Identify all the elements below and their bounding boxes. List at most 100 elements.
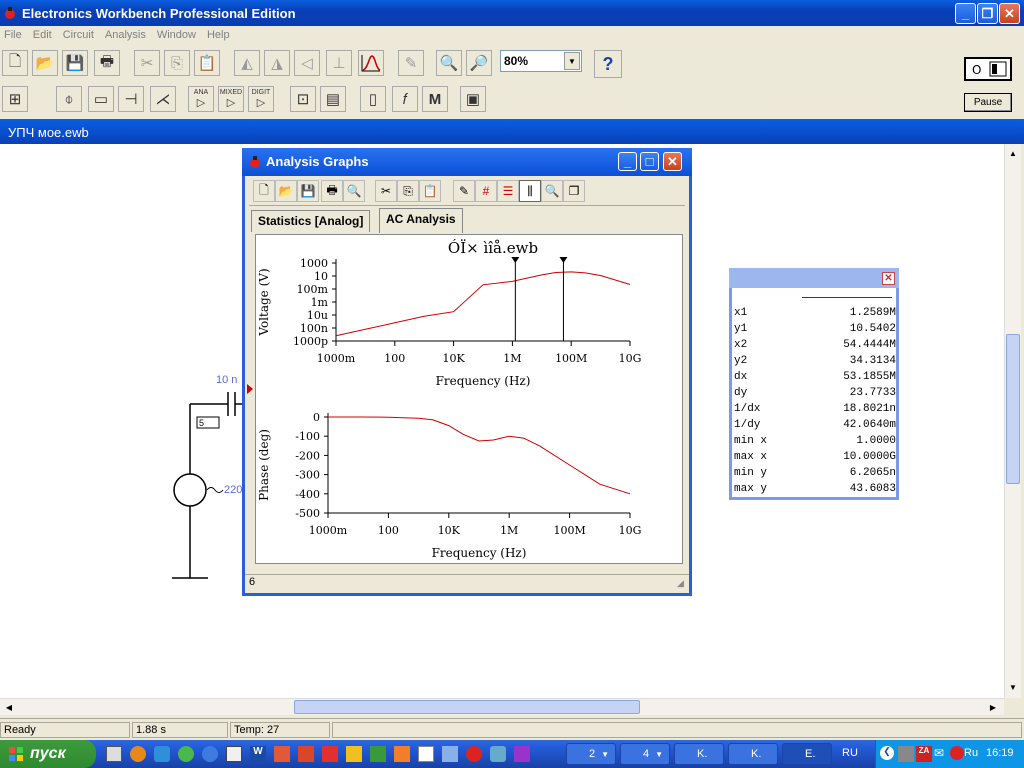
zoom-select[interactable]: 80% ▼ — [500, 50, 582, 72]
taskbar-word-window[interactable]: K. — [674, 743, 724, 765]
instruments-bin-button[interactable]: ▣ — [460, 86, 486, 112]
misc-bin-button[interactable]: M — [422, 86, 448, 112]
ag-print-button[interactable]: 🖶 — [321, 180, 343, 202]
tray-ewb-icon[interactable] — [950, 746, 964, 760]
save-button[interactable]: 💾 — [62, 50, 88, 76]
ag-restore-button[interactable]: ❐ — [563, 180, 585, 202]
ag-new-button[interactable]: 🗋 — [253, 180, 275, 202]
copy-button[interactable]: ⎘ — [164, 50, 190, 76]
transistors-bin-button[interactable]: ⋌ — [150, 86, 176, 112]
quicklaunch-ie-icon[interactable] — [154, 746, 170, 762]
quicklaunch-app4-icon[interactable] — [370, 746, 386, 762]
tab-statistics-analog[interactable]: Statistics [Analog] — [251, 210, 371, 232]
tray-mail-icon[interactable]: ✉ — [934, 746, 950, 762]
taskbar-ewb-window[interactable]: E. — [782, 743, 832, 765]
ag-save-button[interactable]: 💾 — [297, 180, 319, 202]
tray-app-icon[interactable] — [898, 746, 914, 762]
taskbar-firefox-window[interactable]: K. — [728, 743, 778, 765]
vertical-scrollbar[interactable]: ▲ ▼ — [1004, 144, 1021, 698]
cursor-window-close-button[interactable]: ✕ — [882, 272, 895, 285]
quicklaunch-app6-icon[interactable] — [418, 746, 434, 762]
menu-help[interactable]: Help — [207, 29, 230, 41]
resize-grip-icon[interactable]: ◢ — [677, 578, 684, 589]
close-button[interactable]: ✕ — [999, 3, 1020, 24]
zoom-out-button[interactable]: 🔍 — [436, 50, 462, 76]
quicklaunch-app8-icon[interactable] — [490, 746, 506, 762]
ag-grid-button[interactable]: # — [475, 180, 497, 202]
controls-bin-button[interactable]: 𝑓 — [392, 86, 418, 112]
menu-circuit[interactable]: Circuit — [63, 29, 94, 41]
quicklaunch-firefox-icon[interactable] — [130, 746, 146, 762]
scroll-left-icon[interactable]: ◀ — [2, 700, 16, 714]
ag-open-button[interactable]: 📂 — [275, 180, 297, 202]
tab-ac-analysis[interactable]: AC Analysis — [379, 208, 463, 233]
flip-horizontal-button[interactable]: ◁ — [294, 50, 320, 76]
create-subcircuit-button[interactable]: ✎ — [398, 50, 424, 76]
print-button[interactable]: 🖶 — [94, 50, 120, 76]
quicklaunch-app2-icon[interactable] — [298, 746, 314, 762]
tray-collapse-icon[interactable]: ❮ — [880, 746, 894, 760]
analysis-minimize-button[interactable]: _ — [618, 152, 637, 171]
menu-analysis[interactable]: Analysis — [105, 29, 146, 41]
menu-file[interactable]: File — [4, 29, 22, 41]
quicklaunch-ewb-icon[interactable] — [466, 746, 482, 762]
horizontal-scroll-thumb[interactable] — [294, 700, 640, 714]
component-properties-button[interactable]: ⊥ — [326, 50, 352, 76]
rotate-button[interactable]: ◭ — [234, 50, 260, 76]
quicklaunch-network-icon[interactable] — [202, 746, 218, 762]
open-button[interactable]: 📂 — [32, 50, 58, 76]
ag-zoom-button[interactable]: 🔍 — [541, 180, 563, 202]
restore-button[interactable]: ❐ — [977, 3, 998, 24]
quicklaunch-app-icon[interactable] — [274, 746, 290, 762]
pause-button[interactable]: Pause — [964, 93, 1012, 112]
start-button[interactable]: пуск — [0, 740, 96, 768]
paste-button[interactable]: 📋 — [194, 50, 220, 76]
ag-legend-button[interactable]: ☰ — [497, 180, 519, 202]
new-button[interactable]: 🗋 — [2, 50, 28, 76]
quicklaunch-window-icon[interactable] — [226, 746, 242, 762]
diodes-bin-button[interactable]: ⊣ — [118, 86, 144, 112]
minimize-button[interactable]: _ — [955, 3, 976, 24]
basic-bin-button[interactable]: ▭ — [88, 86, 114, 112]
quicklaunch-desktop-icon[interactable] — [106, 746, 122, 762]
sources-bin-button[interactable]: ⌽ — [56, 86, 82, 112]
analysis-close-button[interactable]: ✕ — [663, 152, 682, 171]
quicklaunch-browser-icon[interactable] — [178, 746, 194, 762]
quicklaunch-pdf-icon[interactable] — [322, 746, 338, 762]
chevron-down-icon[interactable]: ▼ — [564, 52, 580, 70]
ag-paste-button[interactable]: 📋 — [419, 180, 441, 202]
indicators-bin-button[interactable]: ▯ — [360, 86, 386, 112]
graph-area[interactable]: 1000m 100 10K 1M 100M 10G 1000 10 100m 1m 10u 100n 1… — [255, 234, 683, 564]
mixed-ics-bin-button[interactable]: MIXED ▷ — [218, 86, 244, 112]
taskbar-group-4[interactable]: 4 ▼ — [620, 743, 670, 765]
scroll-up-icon[interactable]: ▲ — [1006, 146, 1020, 160]
ag-properties-button[interactable]: ✎ — [453, 180, 475, 202]
flip-vertical-button[interactable]: ◮ — [264, 50, 290, 76]
tray-language[interactable]: Ru — [964, 747, 978, 759]
power-switch[interactable]: O — [964, 57, 1012, 81]
ag-cursors-button[interactable]: ⫼ — [519, 180, 541, 202]
cut-button[interactable]: ✂ — [134, 50, 160, 76]
quicklaunch-app3-icon[interactable] — [346, 746, 362, 762]
quicklaunch-app9-icon[interactable] — [514, 746, 530, 762]
menu-window[interactable]: Window — [157, 29, 196, 41]
horizontal-scrollbar[interactable]: ◀ ▶ — [0, 698, 1004, 715]
ag-copy-button[interactable]: ⎘ — [397, 180, 419, 202]
tray-zonealarm-icon[interactable]: ZA — [916, 746, 932, 762]
analog-ics-bin-button[interactable]: ANA ▷ — [188, 86, 214, 112]
logic-gates-bin-button[interactable]: ⊡ — [290, 86, 316, 112]
ag-cut-button[interactable]: ✂ — [375, 180, 397, 202]
language-indicator[interactable]: RU — [842, 747, 858, 759]
vertical-scroll-thumb[interactable] — [1006, 334, 1020, 484]
digital-ics-bin-button[interactable]: DIGIT ▷ — [248, 86, 274, 112]
menu-edit[interactable]: Edit — [33, 29, 52, 41]
parts-bin-button[interactable]: ⊞ — [2, 86, 28, 112]
quicklaunch-word-icon[interactable]: W — [250, 746, 266, 762]
digital-bin-button[interactable]: ▤ — [320, 86, 346, 112]
graph-button[interactable] — [358, 50, 384, 76]
analysis-maximize-button[interactable]: □ — [640, 152, 659, 171]
zoom-in-button[interactable]: 🔎 — [466, 50, 492, 76]
scroll-down-icon[interactable]: ▼ — [1006, 680, 1020, 694]
help-button[interactable]: ? — [594, 50, 622, 78]
quicklaunch-app5-icon[interactable] — [394, 746, 410, 762]
